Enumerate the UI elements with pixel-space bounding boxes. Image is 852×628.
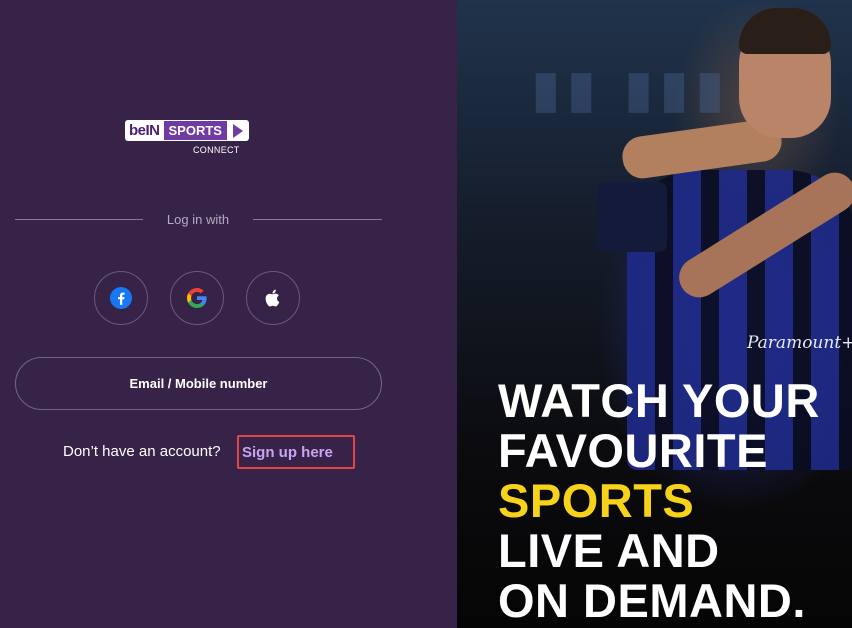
google-login-button[interactable] bbox=[170, 271, 224, 325]
hero-headline: WATCH YOUR FAVOURITE SPORTS LIVE AND ON … bbox=[498, 376, 820, 626]
login-with-label: Log in with bbox=[166, 212, 230, 227]
facebook-icon bbox=[110, 287, 132, 309]
sign-up-link[interactable]: Sign up here bbox=[237, 435, 355, 469]
logo-bein-text: beIN bbox=[125, 120, 164, 141]
sponsor-logo: Paramount+ bbox=[747, 333, 852, 353]
divider-line-right bbox=[253, 219, 382, 220]
headline-line-4: LIVE AND bbox=[498, 524, 720, 577]
bein-sports-connect-logo: beIN SPORTS CONNECT bbox=[125, 120, 271, 158]
apple-login-button[interactable] bbox=[246, 271, 300, 325]
logo-connect-text: CONNECT bbox=[193, 145, 240, 155]
login-panel: beIN SPORTS CONNECT Log in with Email / … bbox=[0, 0, 457, 628]
divider-line-left bbox=[15, 219, 143, 220]
hero-panel: ▮▮ ▮▮▮ Paramount+ WATCH YOUR FAVOURITE S… bbox=[457, 0, 852, 628]
headline-line-2: FAVOURITE bbox=[498, 424, 768, 477]
no-account-text: Don’t have an account? bbox=[63, 443, 221, 460]
headline-line-1: WATCH YOUR bbox=[498, 374, 820, 427]
headline-line-5: ON DEMAND. bbox=[498, 574, 806, 627]
player-hair-graphic bbox=[739, 8, 831, 54]
headline-line-3: SPORTS bbox=[498, 474, 695, 527]
facebook-login-button[interactable] bbox=[94, 271, 148, 325]
player-sleeve-graphic bbox=[597, 182, 667, 252]
logo-badge: beIN SPORTS bbox=[125, 120, 271, 141]
google-icon bbox=[187, 288, 207, 308]
email-mobile-login-button[interactable]: Email / Mobile number bbox=[15, 357, 382, 410]
play-icon bbox=[226, 120, 249, 141]
stadium-background: ▮▮ ▮▮▮ bbox=[532, 61, 732, 117]
logo-sports-text: SPORTS bbox=[163, 120, 227, 141]
apple-icon bbox=[265, 289, 280, 307]
